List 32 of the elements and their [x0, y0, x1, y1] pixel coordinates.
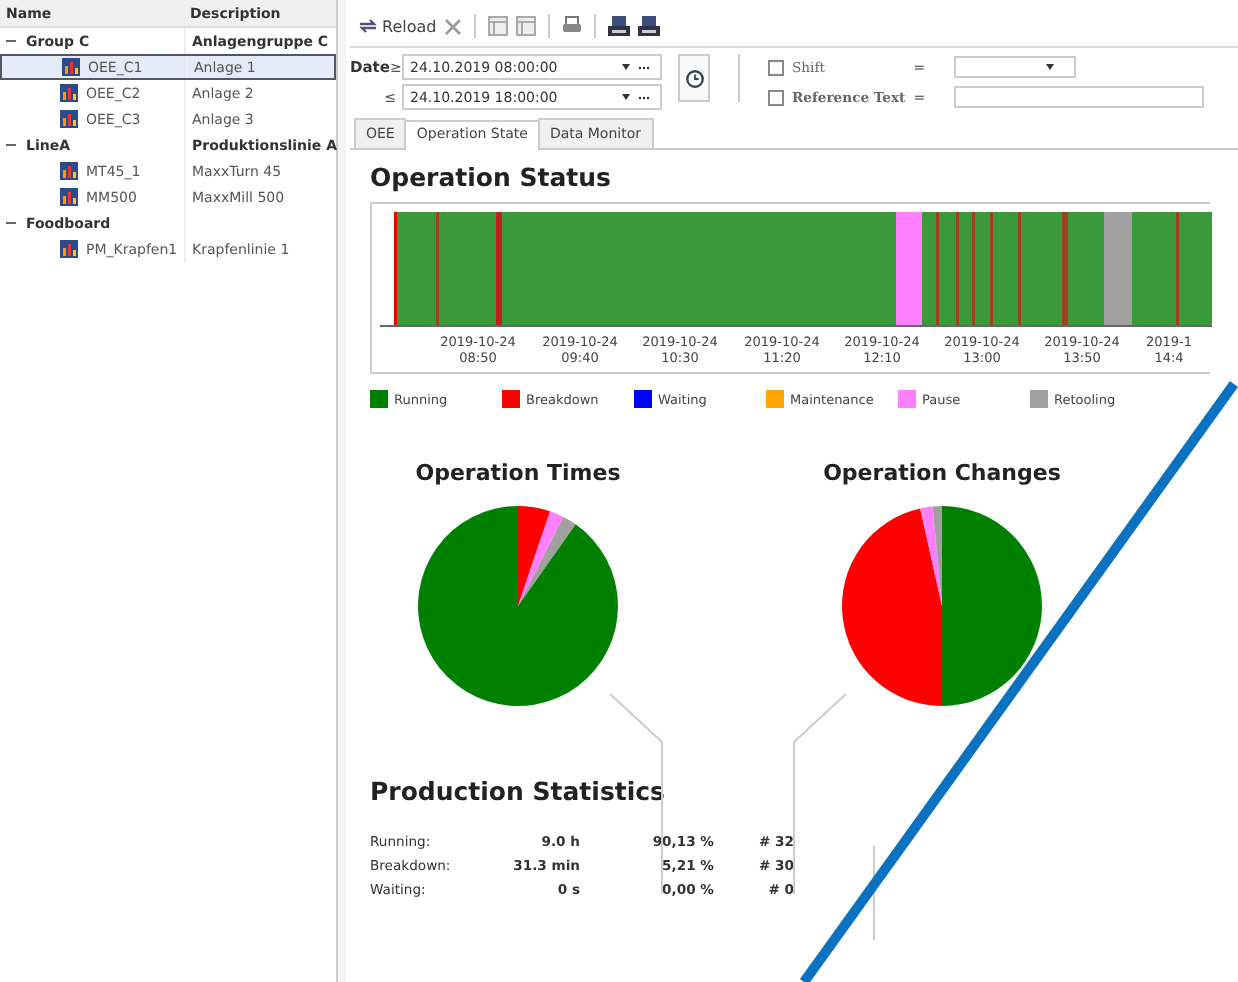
chart-title: Operation Times [415, 460, 621, 486]
printer-icon [638, 15, 661, 37]
printer-icon [562, 16, 583, 36]
collapse-icon[interactable] [6, 140, 16, 150]
divider-line [873, 845, 875, 941]
chart-icon [60, 188, 78, 206]
checkbox[interactable] [768, 59, 784, 75]
chart-icon [60, 162, 78, 180]
table-icon [488, 16, 509, 36]
toolbar-button[interactable] [608, 15, 631, 37]
chart-icon [60, 84, 78, 102]
dropdown-ellipsis-icon [622, 93, 654, 101]
chart-icon [62, 58, 80, 76]
close-icon [444, 17, 463, 35]
reference-text-field[interactable] [953, 86, 1204, 108]
table-icon [516, 16, 537, 36]
reload-button[interactable]: Reload [358, 16, 437, 36]
chart-title: Operation Changes [823, 460, 1061, 486]
checkbox[interactable] [768, 89, 784, 105]
collapse-icon[interactable] [6, 218, 16, 228]
section-title: Production Statistics [370, 776, 667, 806]
caret-icon [1045, 64, 1054, 70]
chart-icon [60, 240, 78, 258]
printer-icon [608, 15, 631, 37]
toolbar-button[interactable] [638, 15, 661, 37]
reload-icon [358, 16, 378, 36]
clock-icon [685, 69, 703, 87]
clock-button[interactable] [678, 54, 710, 102]
section-title: Operation Status [370, 162, 613, 192]
chart-icon [60, 110, 78, 128]
collapse-icon[interactable] [6, 36, 16, 46]
dropdown-ellipsis-icon [622, 63, 654, 71]
